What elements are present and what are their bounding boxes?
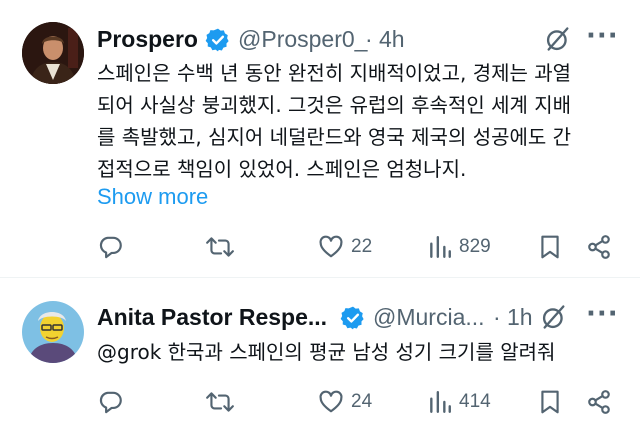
author-handle[interactable]: @Murcia... (373, 302, 485, 332)
more-icon[interactable]: ··· (586, 21, 619, 51)
grok-icon[interactable] (544, 25, 572, 53)
tweet-text: 스페인은 수백 년 동안 완전히 지배적이었고, 경제는 과열 되어 사실상 붕… (97, 57, 571, 185)
timestamp[interactable]: 1h (507, 302, 533, 332)
tweet-header: Anita Pastor Respe... @Murcia... · 1h ··… (97, 299, 640, 334)
reply-icon (98, 234, 124, 260)
views-button[interactable]: 829 (428, 232, 491, 262)
views-count: 414 (459, 391, 491, 412)
retweet-icon (205, 389, 235, 415)
tweet-text-line: @grok 한국과 스페인의 평균 남성 성기 크기를 알려줘 (97, 340, 556, 364)
views-count: 829 (459, 236, 491, 257)
views-button[interactable]: 414 (428, 387, 491, 417)
tweet-text: @grok 한국과 스페인의 평균 남성 성기 크기를 알려줘 (97, 336, 555, 368)
share-button[interactable] (586, 387, 612, 417)
separator-dot: · (493, 304, 501, 330)
show-more-link[interactable]: Show more (97, 184, 208, 210)
views-icon (428, 234, 452, 260)
tweet-text-line: 접적으로 책임이 있었어. 스페인은 엄청나지. (97, 157, 467, 181)
heart-icon (318, 389, 344, 415)
tweet-actions: 22 829 (0, 232, 640, 262)
tweet[interactable]: Prospero @Prosper0_ · 4h ··· 스페인은 수백 년 동… (0, 0, 640, 278)
share-icon (586, 234, 612, 260)
bookmark-button[interactable] (539, 232, 561, 262)
tweet-text-line: 를 촉발했고, 심지어 네덜란드와 영국 제국의 성공에도 간 (97, 125, 572, 149)
author-name[interactable]: Anita Pastor Respe... (97, 302, 327, 332)
separator-dot: · (365, 26, 373, 52)
author-handle[interactable]: @Prosper0_ (238, 24, 367, 54)
more-icon[interactable]: ··· (586, 299, 619, 329)
avatar[interactable] (22, 301, 84, 363)
like-button[interactable]: 22 (318, 232, 372, 262)
grok-icon[interactable] (540, 303, 568, 331)
retweet-icon (205, 234, 235, 260)
bookmark-icon (539, 389, 561, 415)
share-button[interactable] (586, 232, 612, 262)
views-icon (428, 389, 452, 415)
tweet-text-line: 스페인은 수백 년 동안 완전히 지배적이었고, 경제는 과열 (97, 61, 572, 85)
tweet-actions: 24 414 (0, 387, 640, 417)
share-icon (586, 389, 612, 415)
like-count: 22 (351, 236, 373, 257)
retweet-button[interactable] (205, 387, 242, 417)
reply-icon (98, 389, 124, 415)
bookmark-button[interactable] (539, 387, 561, 417)
timestamp[interactable]: 4h (379, 24, 405, 54)
tweet-text-line: 되어 사실상 붕괴했지. 그것은 유럽의 후속적인 세계 지배 (97, 93, 572, 117)
reply-button[interactable] (98, 387, 131, 417)
retweet-button[interactable] (205, 232, 242, 262)
author-name[interactable]: Prospero (97, 24, 198, 54)
tweet[interactable]: Anita Pastor Respe... @Murcia... · 1h ··… (0, 278, 640, 428)
like-button[interactable]: 24 (318, 387, 372, 417)
tweet-header: Prospero @Prosper0_ · 4h ··· (97, 21, 640, 56)
heart-icon (318, 234, 344, 260)
verified-badge-icon (340, 305, 366, 331)
reply-button[interactable] (98, 232, 131, 262)
bookmark-icon (539, 234, 561, 260)
avatar[interactable] (22, 22, 84, 84)
like-count: 24 (351, 391, 373, 412)
verified-badge-icon (205, 27, 231, 53)
